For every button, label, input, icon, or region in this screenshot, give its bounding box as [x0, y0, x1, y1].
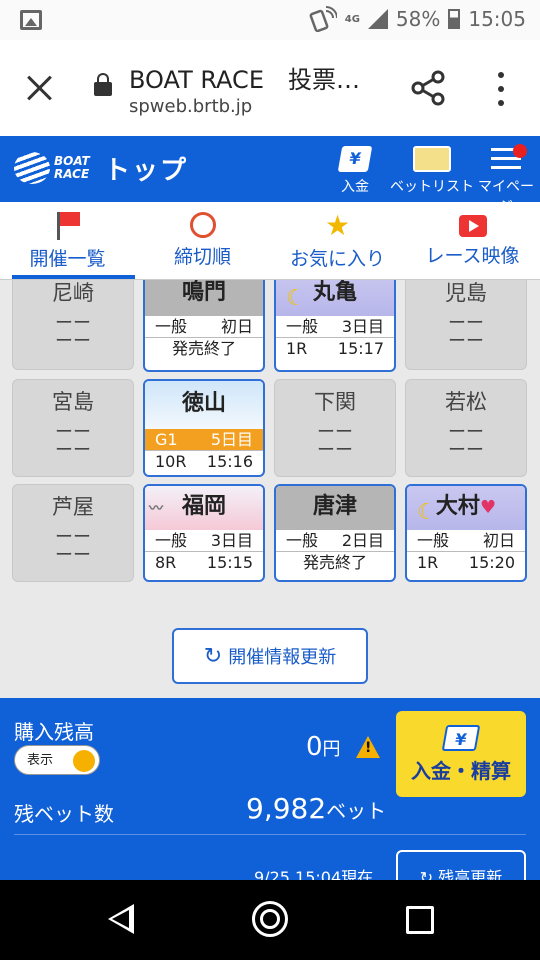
signal-icon: [367, 9, 388, 29]
birds-icon: 〰: [149, 501, 163, 517]
alarm-clock-icon: [189, 212, 216, 238]
divider: [14, 834, 526, 835]
venue-card-fukuoka[interactable]: 〰福岡 一般 3日目 8R 15:15: [143, 484, 265, 582]
venue-card-omura[interactable]: ☾ 大村♥ 一般 初日 1R 15:20: [405, 484, 527, 582]
more-menu-icon[interactable]: [497, 72, 505, 106]
venue-card-kojima[interactable]: 児島 ーー ーー: [405, 280, 527, 370]
tab-favorites[interactable]: ★ お気に入り: [270, 202, 405, 279]
deposit-settle-button[interactable]: ¥ 入金・精算: [396, 711, 526, 797]
venue-card-wakamatsu[interactable]: 若松 ーー ーー: [405, 379, 527, 477]
balance-panel: 購入残高 表示 0円 ¥ 入金・精算 残ベット数 9,982ベット 9/25 1…: [0, 698, 540, 880]
betlist-header-button[interactable]: ベットリスト: [390, 146, 474, 196]
refresh-icon: ↻: [203, 643, 223, 669]
balance-amount: 0円: [306, 732, 341, 762]
show-balance-toggle[interactable]: 表示: [14, 745, 100, 775]
image-notification-icon: [20, 10, 42, 30]
yen-ticket-icon: ¥: [337, 146, 373, 172]
url-host[interactable]: spweb.brtb.jp: [129, 96, 252, 117]
network-type: 4G: [344, 13, 360, 25]
wifi-calling-icon: [309, 6, 337, 32]
system-nav-bar: [0, 880, 540, 960]
venue-grid: 尼崎 ーー ーー 鳴門 一般 初日 発売終了 ☾ 丸亀 一般 3日目 1R 15:17 …: [0, 280, 540, 600]
venue-card-marugame[interactable]: ☾ 丸亀 一般 3日目 1R 15:17: [274, 280, 396, 372]
notification-dot: [513, 144, 527, 158]
favorite-heart-icon: ♥: [479, 497, 497, 518]
back-icon[interactable]: [108, 904, 134, 934]
logo-mark-icon: [14, 152, 50, 184]
balance-label: 購入残高: [14, 720, 94, 744]
refresh-icon: ↻: [419, 868, 439, 880]
balance-timestamp: 9/25 15:04現在: [254, 868, 374, 880]
warning-icon[interactable]: [356, 736, 380, 758]
remaining-bets-label: 残ベット数: [14, 802, 114, 826]
page-heading: トップ: [104, 156, 189, 186]
star-icon: ★: [324, 209, 351, 242]
page-title[interactable]: BOAT RACE 投票…: [129, 60, 360, 95]
flag-icon: [53, 212, 83, 240]
browser-toolbar: BOAT RACE 投票… spweb.brtb.jp: [0, 40, 540, 136]
clock: 15:05: [468, 7, 526, 31]
battery-percent: 58%: [395, 7, 441, 31]
moon-icon: ☾: [417, 500, 437, 525]
deposit-header-button[interactable]: ¥ 入金: [337, 146, 373, 196]
lock-icon[interactable]: [94, 73, 112, 96]
venue-card-karatsu[interactable]: 唐津 一般 2日目 発売終了: [274, 484, 396, 582]
venue-card-ashiya[interactable]: 芦屋 ーー ーー: [12, 484, 134, 582]
venue-card-naruto[interactable]: 鳴門 一般 初日 発売終了: [143, 280, 265, 372]
refresh-race-info-button[interactable]: ↻ 開催情報更新: [172, 628, 368, 684]
refresh-balance-button[interactable]: ↻ 残高更新: [396, 850, 526, 880]
tab-venues[interactable]: 開催一覧: [0, 202, 135, 279]
grade-g1-badge: G1 5日目: [145, 429, 263, 450]
remaining-bets-value: 9,982ベット: [246, 792, 387, 825]
venue-card-amagasaki[interactable]: 尼崎 ーー ーー: [12, 280, 134, 370]
venue-card-tokuyama[interactable]: 徳山 G1 5日目 10R 15:16: [143, 379, 265, 477]
tab-deadline[interactable]: 締切順: [135, 202, 270, 279]
venue-card-miyajima[interactable]: 宮島 ーー ーー: [12, 379, 134, 477]
bet-list-icon: [413, 146, 451, 172]
video-icon: [458, 215, 487, 237]
venue-card-shimonoseki[interactable]: 下関 ーー ーー: [274, 379, 396, 477]
tab-bar: 開催一覧 締切順 ★ お気に入り レース映像: [0, 202, 540, 280]
status-bar: 4G 58% 15:05: [0, 0, 540, 40]
recent-apps-icon[interactable]: [406, 906, 434, 934]
close-icon[interactable]: [24, 72, 56, 104]
hamburger-menu-icon: [491, 144, 527, 172]
tab-race-video[interactable]: レース映像: [405, 202, 540, 279]
moon-icon: ☾: [286, 286, 306, 311]
site-header: BOATRACE トップ ¥ 入金 ベットリスト マイページ: [0, 136, 540, 215]
share-icon[interactable]: [410, 70, 446, 106]
yen-ticket-icon: ¥: [441, 725, 481, 751]
boatrace-logo[interactable]: BOAT RACE: [14, 152, 90, 184]
battery-icon: [448, 9, 461, 29]
home-icon[interactable]: [252, 901, 288, 937]
toggle-knob: [73, 750, 95, 772]
